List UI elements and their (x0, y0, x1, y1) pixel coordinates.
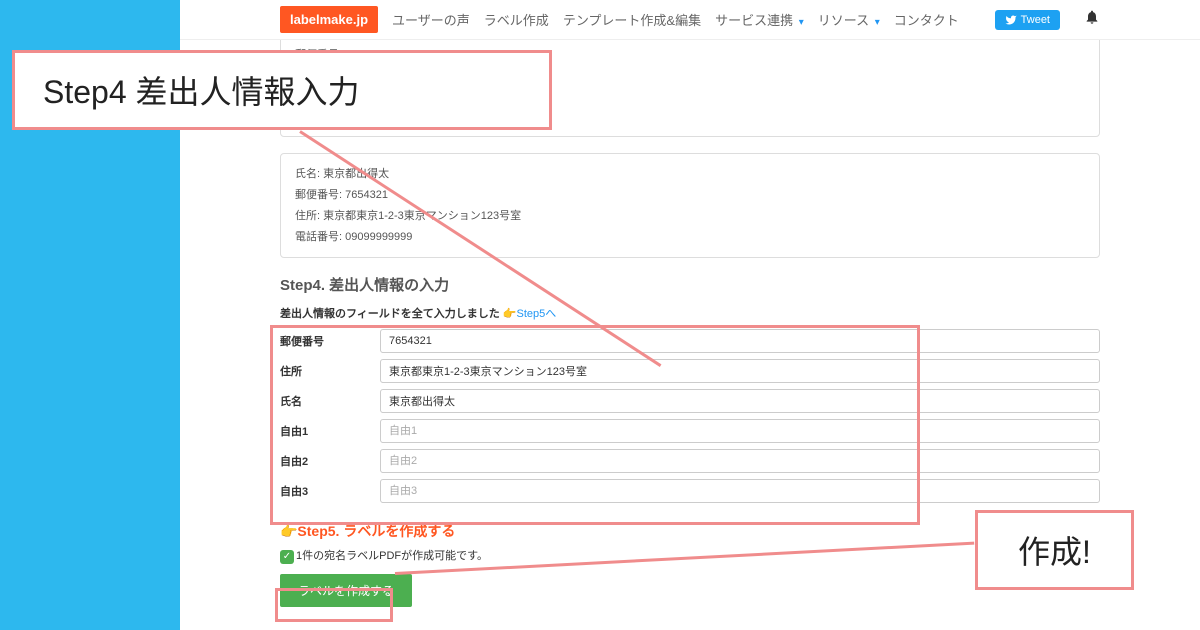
input-address[interactable] (380, 359, 1100, 383)
annotation-create: 作成! (975, 510, 1134, 590)
check-icon: ✓ (280, 550, 294, 564)
step4-sublabel: 差出人情報のフィールドを全て入力しました 👉Step5へ (280, 305, 1100, 321)
nav-label-create[interactable]: ラベル作成 (484, 10, 549, 29)
input-name[interactable] (380, 389, 1100, 413)
nav-user-voice[interactable]: ユーザーの声 (392, 10, 470, 29)
input-postal[interactable] (380, 329, 1100, 353)
input-free2[interactable] (380, 449, 1100, 473)
logo[interactable]: labelmake.jp (280, 6, 378, 33)
nav-resource[interactable]: リソース ▾ (818, 10, 880, 29)
nav-service-link[interactable]: サービス連携 ▾ (715, 10, 804, 29)
step4-title: Step4. 差出人情報の入力 (280, 274, 1100, 295)
label-free3: 自由3 (280, 483, 380, 499)
label-name: 氏名 (280, 393, 380, 409)
sender-preview-card: 氏名: 東京都出得太 郵便番号: 7654321 住所: 東京都東京1-2-3東… (280, 153, 1100, 259)
label-address: 住所 (280, 363, 380, 379)
nav-template-create[interactable]: テンプレート作成&編集 (563, 10, 701, 29)
create-label-button[interactable]: ラベルを作成する (280, 574, 412, 607)
input-free3[interactable] (380, 479, 1100, 503)
nav-contact[interactable]: コンタクト (894, 10, 959, 29)
step5-jump-link[interactable]: 👉Step5へ (503, 308, 556, 320)
label-free1: 自由1 (280, 423, 380, 439)
chevron-down-icon: ▾ (875, 17, 880, 28)
label-postal: 郵便番号 (280, 333, 380, 349)
label-free2: 自由2 (280, 453, 380, 469)
sender-address-row: 住所: 東京都東京1-2-3東京マンション123号室 (295, 206, 1085, 227)
input-free1[interactable] (380, 419, 1100, 443)
sender-phone-row: 電話番号: 09099999999 (295, 227, 1085, 248)
navbar: labelmake.jp ユーザーの声 ラベル作成 テンプレート作成&編集 サー… (180, 0, 1200, 40)
annotation-step4: Step4 差出人情報入力 (12, 50, 552, 130)
chevron-down-icon: ▾ (799, 17, 804, 28)
tweet-button[interactable]: Tweet (995, 10, 1060, 30)
twitter-icon (1005, 14, 1017, 26)
bell-icon[interactable] (1084, 9, 1100, 30)
sender-name-row: 氏名: 東京都出得太 (295, 164, 1085, 185)
sender-form: 郵便番号 住所 氏名 自由1 自由2 自由3 (280, 329, 1100, 503)
